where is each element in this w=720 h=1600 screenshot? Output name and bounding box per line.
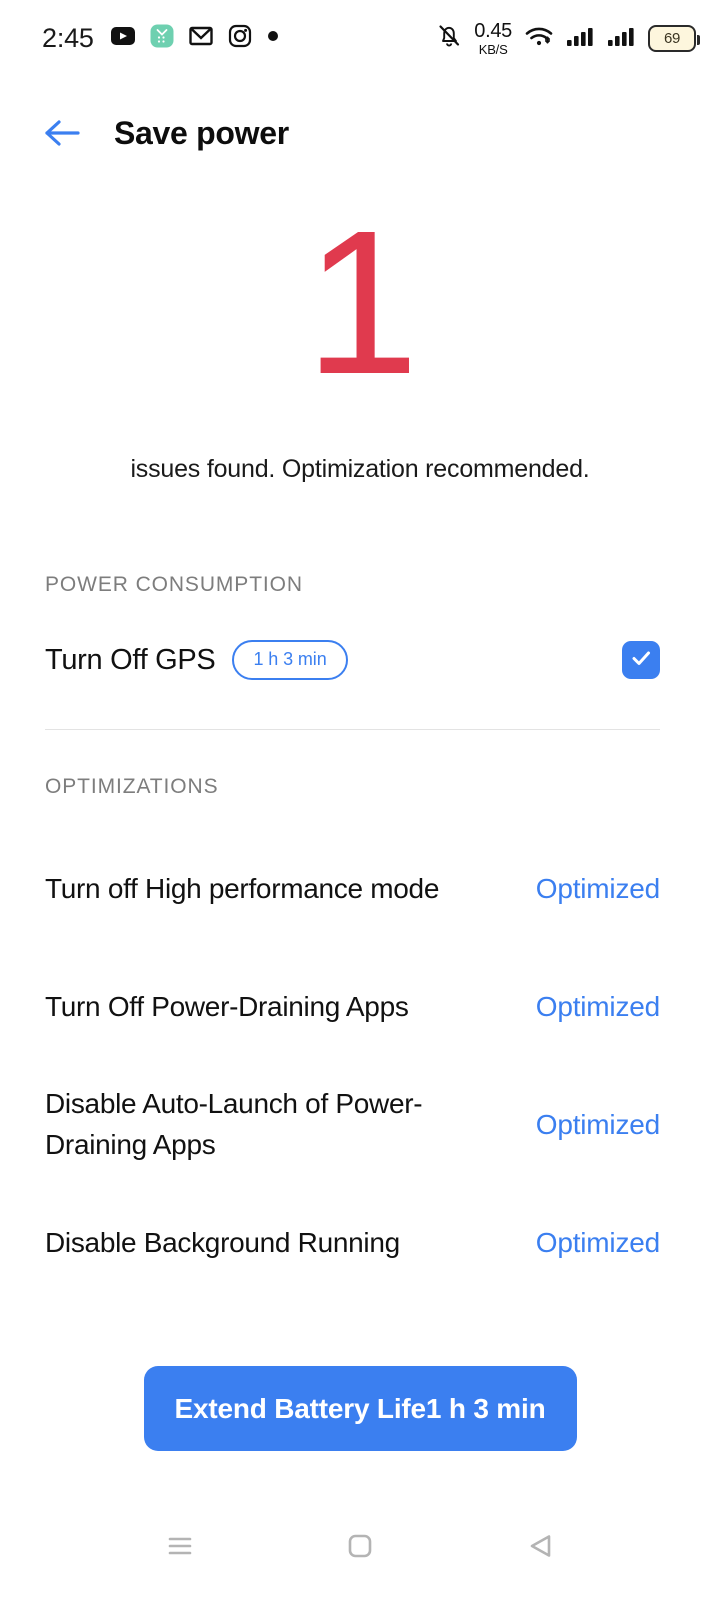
system-navigation-bar	[0, 1492, 720, 1600]
status-badge: Optimized	[535, 873, 660, 904]
section-header-optimizations: OPTIMIZATIONS	[45, 775, 219, 798]
save-power-screen: 2:45 0.45 KB/S 69 Save power 1 issues fo…	[0, 0, 720, 1600]
battery-level-label: 69	[663, 29, 681, 47]
bell-off-icon	[435, 22, 463, 55]
signal-bars-icon	[607, 23, 637, 54]
list-item[interactable]: Turn off High performance mode Optimized	[45, 830, 660, 948]
status-clock: 2:45	[42, 22, 94, 53]
extend-battery-life-button[interactable]: Extend Battery Life1 h 3 min	[143, 1366, 577, 1451]
signal-bars-icon	[566, 23, 596, 54]
optimizations-list: Turn off High performance mode Optimized…	[45, 830, 660, 1302]
issue-summary-text: issues found. Optimization recommended.	[130, 455, 590, 483]
issue-summary: 1 issues found. Optimization recommended…	[0, 200, 720, 484]
status-bar-right: 0.45 KB/S 69	[435, 21, 700, 56]
network-speed-value: 0.45	[474, 19, 512, 42]
instagram-icon	[227, 23, 253, 54]
wifi-icon	[523, 23, 555, 54]
youtube-icon	[110, 23, 136, 54]
section-divider	[45, 729, 660, 730]
back-triangle-icon[interactable]	[505, 1511, 575, 1581]
optimization-label: Turn Off Power-Draining Apps	[45, 990, 409, 1022]
page-title: Save power	[114, 114, 289, 151]
status-badge: Optimized	[535, 991, 660, 1022]
section-header-power-consumption: POWER CONSUMPTION	[45, 573, 303, 596]
optimization-label: Turn off High performance mode	[45, 872, 440, 904]
issue-count: 1	[304, 188, 419, 417]
power-item-info: Turn Off GPS 1 h 3 min	[45, 640, 348, 680]
power-item-turn-off-gps[interactable]: Turn Off GPS 1 h 3 min	[45, 630, 660, 690]
time-saving-badge: 1 h 3 min	[232, 640, 348, 680]
network-speed-indicator: 0.45 KB/S	[474, 21, 512, 56]
menu-lines-icon[interactable]	[145, 1511, 215, 1581]
optimization-label: Disable Background Running	[45, 1226, 400, 1258]
network-speed-unit: KB/S	[478, 41, 508, 57]
cta-container: Extend Battery Life1 h 3 min	[0, 1366, 720, 1451]
app-header: Save power	[0, 98, 720, 168]
status-badge: Optimized	[535, 1109, 660, 1140]
home-square-icon[interactable]	[325, 1511, 395, 1581]
gps-checkbox[interactable]	[622, 641, 660, 679]
list-item[interactable]: Turn Off Power-Draining Apps Optimized	[45, 948, 660, 1066]
list-item[interactable]: Disable Auto-Launch of Power-Draining Ap…	[45, 1066, 660, 1184]
power-item-label: Turn Off GPS	[45, 643, 216, 676]
status-bar-left: 2:45	[42, 23, 280, 54]
mint-app-icon	[149, 23, 175, 54]
checkmark-icon	[629, 646, 653, 675]
optimization-label: Disable Auto-Launch of Power-Draining Ap…	[45, 1088, 423, 1160]
list-item[interactable]: Disable Background Running Optimized	[45, 1184, 660, 1302]
back-arrow-icon[interactable]	[40, 111, 84, 155]
more-dot-icon	[266, 23, 280, 54]
gmail-icon	[188, 23, 214, 54]
battery-indicator: 69	[648, 24, 700, 52]
status-bar: 2:45 0.45 KB/S 69	[0, 0, 720, 76]
status-badge: Optimized	[535, 1227, 660, 1258]
